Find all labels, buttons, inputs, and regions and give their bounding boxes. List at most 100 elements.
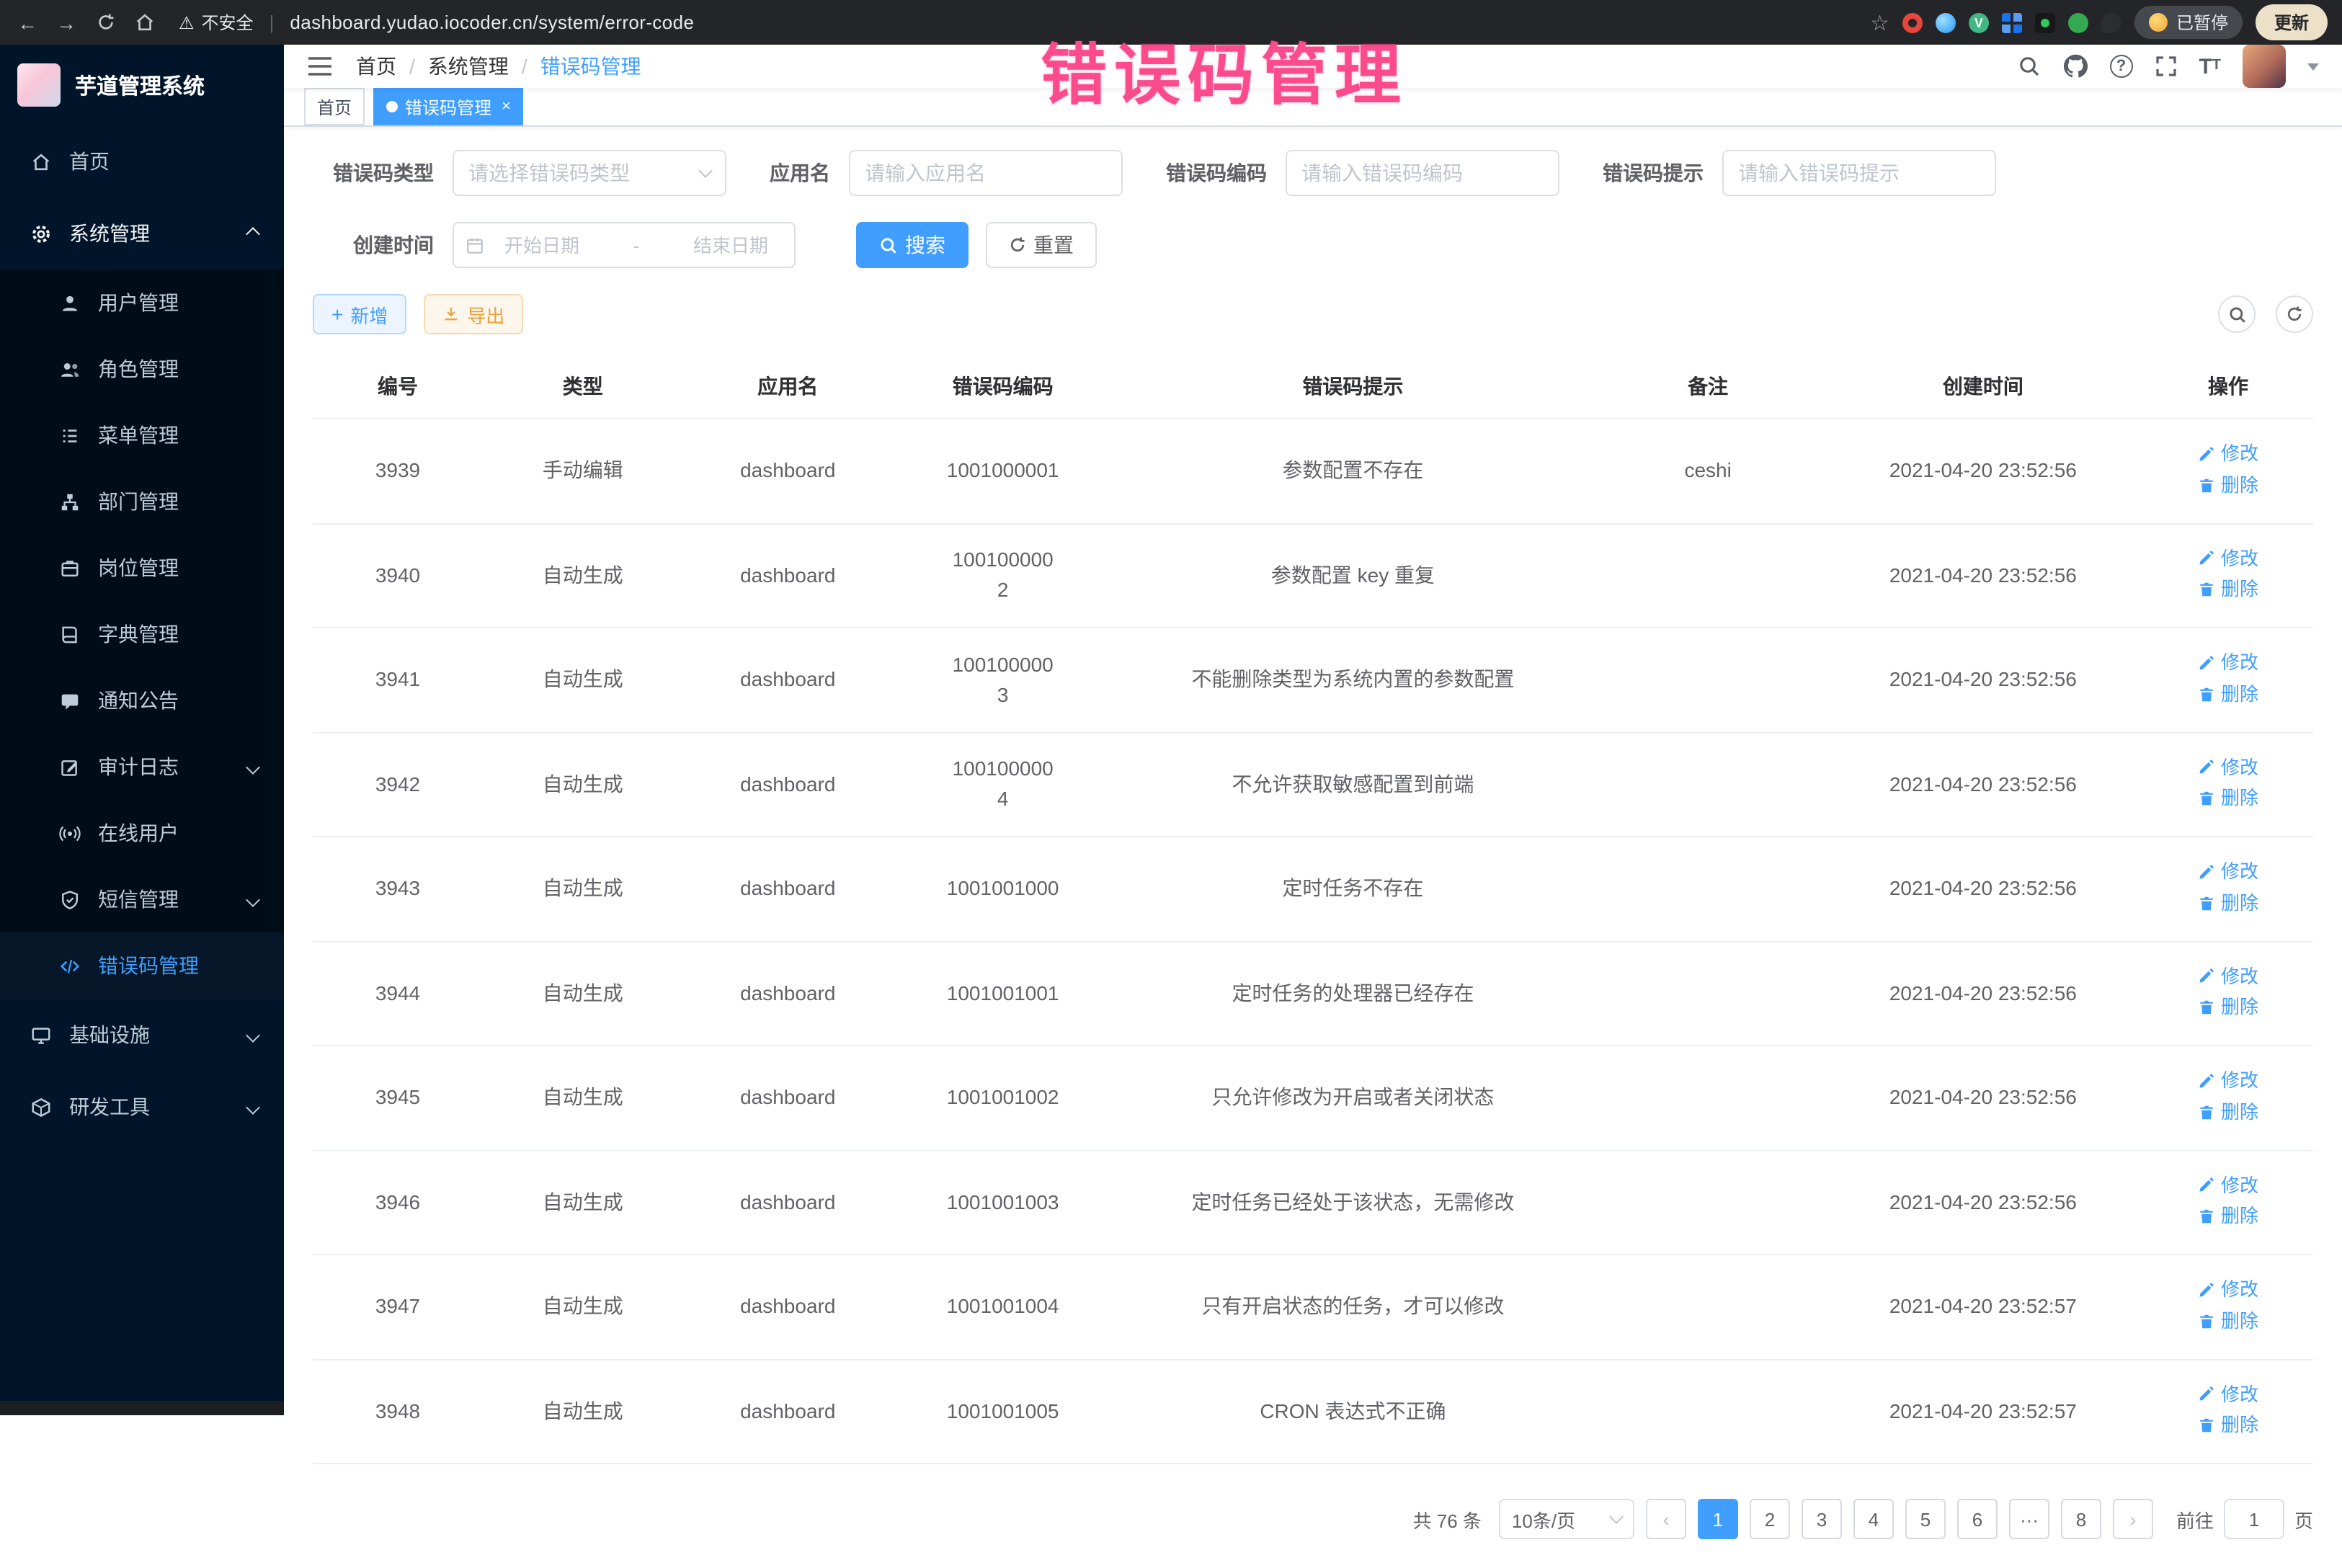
blue-drop-extension-icon[interactable] <box>1936 12 1956 32</box>
sidebar-submenu-item[interactable]: 角色管理 <box>0 336 284 402</box>
sidebar-submenu-item[interactable]: 错误码管理 <box>0 932 284 999</box>
export-button[interactable]: 导出 <box>424 294 523 334</box>
table-row[interactable]: 3943 自动生成 dashboard 1001001000 定时任务不存在 2… <box>313 837 2313 941</box>
sidebar-submenu-item[interactable]: 通知公告 <box>0 667 284 734</box>
app-name-input[interactable] <box>849 150 1123 196</box>
tab-error-code[interactable]: 错误码管理 × <box>373 88 524 125</box>
edit-link[interactable]: 修改 <box>2198 649 2258 677</box>
table-row[interactable]: 3940 自动生成 dashboard 1001000002 参数配置 key … <box>313 523 2313 628</box>
on-switch-extension-icon[interactable] <box>2035 12 2055 32</box>
edit-link[interactable]: 修改 <box>2198 1275 2258 1304</box>
delete-link[interactable]: 删除 <box>2198 680 2258 708</box>
sidebar-submenu-item[interactable]: 审计日志 <box>0 734 284 800</box>
sidebar-submenu-item[interactable]: 用户管理 <box>0 270 284 336</box>
paused-badge[interactable]: 已暂停 <box>2134 6 2243 39</box>
sidebar-submenu-item[interactable]: 部门管理 <box>0 468 284 535</box>
table-row[interactable]: 3941 自动生成 dashboard 1001000003 不能删除类型为系统… <box>313 628 2313 732</box>
more-pages-button[interactable]: ··· <box>2009 1499 2049 1539</box>
sidebar-item-system[interactable]: 系统管理 <box>0 197 284 270</box>
avatar-caret-icon[interactable] <box>2307 63 2319 70</box>
toggle-search-button[interactable] <box>2218 295 2256 333</box>
delete-link[interactable]: 删除 <box>2198 576 2258 604</box>
page-button[interactable]: 3 <box>1802 1499 1842 1539</box>
breadcrumb-system[interactable]: 系统管理 <box>428 52 509 81</box>
table-row[interactable]: 3944 自动生成 dashboard 1001001001 定时任务的处理器已… <box>313 941 2313 1046</box>
sidebar-submenu-item[interactable]: 菜单管理 <box>0 402 284 468</box>
back-button[interactable]: ← <box>14 11 40 34</box>
page-button[interactable]: 6 <box>1957 1499 1998 1539</box>
font-size-icon[interactable]: TT <box>2199 55 2221 77</box>
edit-link[interactable]: 修改 <box>2198 753 2258 781</box>
close-icon[interactable]: × <box>502 98 511 115</box>
end-date-input[interactable] <box>679 234 783 256</box>
edit-link[interactable]: 修改 <box>2198 1171 2258 1199</box>
edit-link[interactable]: 修改 <box>2198 1066 2258 1095</box>
forward-button[interactable]: → <box>53 11 79 34</box>
avatar[interactable] <box>2243 45 2286 88</box>
vue-devtools-extension-icon[interactable]: V <box>1969 12 1989 32</box>
help-icon[interactable]: ? <box>2109 55 2132 78</box>
hamburger-menu-icon[interactable] <box>307 55 333 78</box>
delete-link[interactable]: 删除 <box>2198 785 2258 813</box>
green-dot-extension-icon[interactable] <box>2068 12 2088 32</box>
reload-button[interactable] <box>92 13 118 32</box>
table-row[interactable]: 3948 自动生成 dashboard 1001001005 CRON 表达式不… <box>313 1359 2313 1464</box>
search-button[interactable]: 搜索 <box>856 222 969 268</box>
table-row[interactable]: 3946 自动生成 dashboard 1001001003 定时任务已经处于该… <box>313 1150 2313 1255</box>
app-logo[interactable]: 芋道管理系统 <box>0 45 284 125</box>
next-page-button[interactable]: › <box>2113 1499 2153 1539</box>
bookmark-star-icon[interactable]: ☆ <box>1870 9 1889 35</box>
prev-page-button[interactable]: ‹ <box>1646 1499 1686 1539</box>
goto-page-input[interactable] <box>2224 1499 2284 1539</box>
sidebar-item-home[interactable]: 首页 <box>0 125 284 197</box>
reset-button[interactable]: 重置 <box>986 222 1097 268</box>
search-icon[interactable] <box>2017 55 2040 78</box>
delete-link[interactable]: 删除 <box>2198 1307 2258 1335</box>
refresh-table-button[interactable] <box>2276 295 2313 333</box>
edit-link[interactable]: 修改 <box>2198 1380 2258 1408</box>
breadcrumb-home[interactable]: 首页 <box>356 52 396 81</box>
delete-link[interactable]: 删除 <box>2198 889 2258 917</box>
start-date-input[interactable] <box>490 234 594 256</box>
edit-link[interactable]: 修改 <box>2198 544 2258 572</box>
update-button[interactable]: 更新 <box>2256 4 2328 40</box>
page-button[interactable]: 1 <box>1698 1499 1738 1539</box>
delete-link[interactable]: 删除 <box>2198 1203 2258 1231</box>
edit-link[interactable]: 修改 <box>2198 858 2258 886</box>
fullscreen-icon[interactable] <box>2154 55 2177 78</box>
delete-link[interactable]: 删除 <box>2198 1098 2258 1126</box>
page-size-select[interactable]: 10条/页 <box>1499 1499 1634 1539</box>
blue-grid-extension-icon[interactable] <box>2002 12 2022 32</box>
table-row[interactable]: 3947 自动生成 dashboard 1001001004 只有开启状态的任务… <box>313 1255 2313 1359</box>
sidebar-item-devtools[interactable]: 研发工具 <box>0 1071 284 1143</box>
delete-link[interactable]: 删除 <box>2198 1412 2258 1440</box>
page-button[interactable]: 5 <box>1905 1499 1946 1539</box>
sidebar-submenu-item[interactable]: 字典管理 <box>0 601 284 667</box>
delete-link[interactable]: 删除 <box>2198 994 2258 1022</box>
sidebar-submenu-item[interactable]: 岗位管理 <box>0 535 284 601</box>
security-indicator[interactable]: ⚠ 不安全 <box>179 10 254 35</box>
page-button[interactable]: 8 <box>2061 1499 2101 1539</box>
pin-extension-icon[interactable] <box>2101 12 2121 32</box>
error-type-select[interactable]: 请选择错误码类型 <box>453 150 726 196</box>
table-row[interactable]: 3942 自动生成 dashboard 1001000004 不允许获取敏感配置… <box>313 732 2313 837</box>
page-button[interactable]: 4 <box>1853 1499 1894 1539</box>
browser-home-button[interactable] <box>131 12 157 33</box>
sidebar-submenu-item[interactable]: 在线用户 <box>0 800 284 866</box>
delete-link[interactable]: 删除 <box>2198 471 2258 499</box>
edit-link[interactable]: 修改 <box>2198 440 2258 468</box>
date-range-picker[interactable]: - <box>453 222 796 268</box>
sidebar-submenu-item[interactable]: 短信管理 <box>0 866 284 932</box>
add-button[interactable]: + 新增 <box>313 294 406 334</box>
address-url[interactable]: dashboard.yudao.iocoder.cn/system/error-… <box>290 12 694 33</box>
error-code-input[interactable] <box>1286 150 1559 196</box>
edit-link[interactable]: 修改 <box>2198 962 2258 990</box>
red-ring-extension-icon[interactable] <box>1902 12 1923 32</box>
table-row[interactable]: 3939 手动编辑 dashboard 1001000001 参数配置不存在 c… <box>313 419 2313 523</box>
error-hint-input[interactable] <box>1722 150 1996 196</box>
sidebar-item-infrastructure[interactable]: 基础设施 <box>0 999 284 1071</box>
tab-home[interactable]: 首页 <box>304 88 365 125</box>
github-icon[interactable] <box>2062 53 2088 79</box>
table-row[interactable]: 3945 自动生成 dashboard 1001001002 只允许修改为开启或… <box>313 1046 2313 1150</box>
page-button[interactable]: 2 <box>1750 1499 1790 1539</box>
